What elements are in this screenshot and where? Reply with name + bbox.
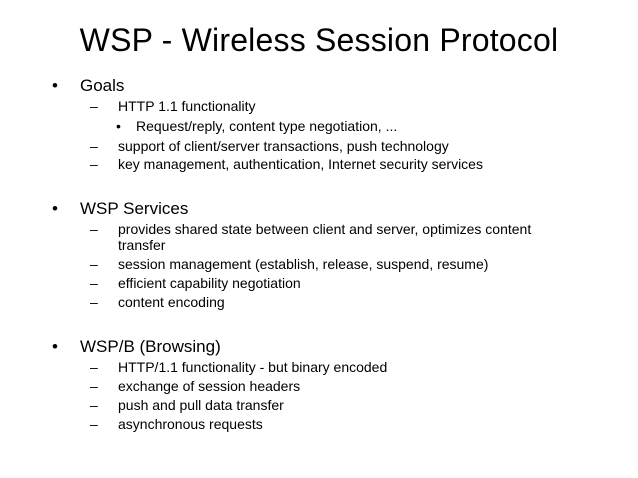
bullet-icon: • — [52, 76, 58, 95]
browsing-item-1: – HTTP/1.1 functionality - but binary en… — [90, 358, 388, 376]
dash-icon: – — [90, 138, 98, 154]
item-text: asynchronous requests — [118, 416, 263, 432]
section-heading: WSP Services — [80, 199, 189, 218]
dash-icon: – — [90, 221, 98, 237]
item-text: efficient capability negotiation — [118, 275, 301, 291]
slide-body: • Goals – HTTP 1.1 functionality • Reque… — [0, 0, 638, 478]
dash-icon: – — [90, 359, 98, 375]
services-item-1-continued: transfer — [118, 236, 165, 254]
goals-subitem-1: • Request/reply, content type negotiatio… — [116, 117, 398, 135]
section-heading: WSP/B (Browsing) — [80, 337, 221, 356]
browsing-item-2: – exchange of session headers — [90, 377, 301, 395]
bullet-icon: • — [52, 337, 58, 356]
item-text: transfer — [118, 237, 166, 253]
item-text: HTTP/1.1 functionality - but binary enco… — [118, 359, 388, 375]
section-wsp-services: • WSP Services — [52, 199, 189, 219]
item-text: HTTP 1.1 functionality — [118, 98, 256, 114]
item-text: provides shared state between client and… — [118, 221, 532, 237]
dash-icon: – — [90, 256, 98, 272]
section-goals: • Goals — [52, 76, 125, 96]
item-text: Request/reply, content type negotiation,… — [136, 118, 398, 134]
item-text: key management, authentication, Internet… — [118, 156, 483, 172]
item-text: support of client/server transactions, p… — [118, 138, 449, 154]
dash-icon: – — [90, 378, 98, 394]
section-heading: Goals — [80, 76, 125, 95]
bullet-icon: • — [116, 118, 121, 134]
dash-icon: – — [90, 156, 98, 172]
bullet-icon: • — [52, 199, 58, 218]
item-text: content encoding — [118, 294, 225, 310]
browsing-item-3: – push and pull data transfer — [90, 396, 284, 414]
services-item-2: – session management (establish, release… — [90, 255, 489, 273]
dash-icon: – — [90, 397, 98, 413]
item-text: exchange of session headers — [118, 378, 301, 394]
dash-icon: – — [90, 294, 98, 310]
dash-icon: – — [90, 275, 98, 291]
goals-item-1: – HTTP 1.1 functionality — [90, 97, 256, 115]
dash-icon: – — [90, 98, 98, 114]
services-item-4: – content encoding — [90, 293, 225, 311]
goals-item-3: – key management, authentication, Intern… — [90, 155, 483, 173]
browsing-item-4: – asynchronous requests — [90, 415, 263, 433]
item-text: session management (establish, release, … — [118, 256, 489, 272]
goals-item-2: – support of client/server transactions,… — [90, 137, 449, 155]
slide: WSP - Wireless Session Protocol • Goals … — [0, 0, 638, 478]
dash-icon: – — [90, 416, 98, 432]
services-item-3: – efficient capability negotiation — [90, 274, 301, 292]
section-wsp-browsing: • WSP/B (Browsing) — [52, 337, 221, 357]
item-text: push and pull data transfer — [118, 397, 284, 413]
